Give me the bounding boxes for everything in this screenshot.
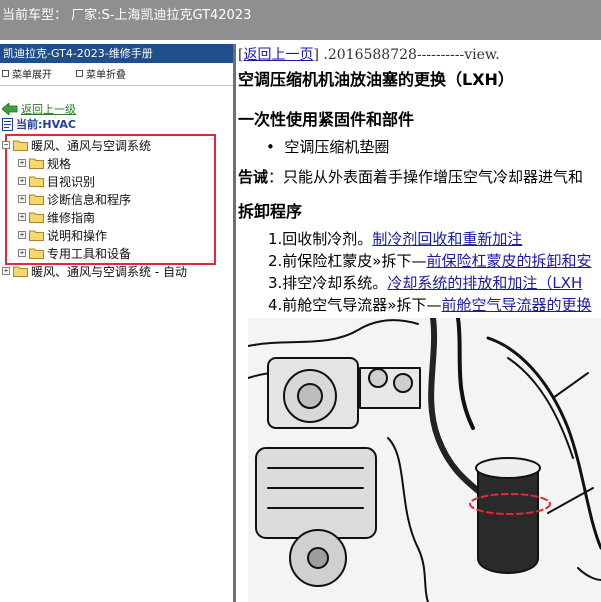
collapse-all-button[interactable]: 菜单折叠 xyxy=(76,66,126,81)
folder-icon xyxy=(13,140,28,151)
step-1-link[interactable]: 制冷剂回收和重新加注 xyxy=(372,230,522,248)
expand-toggle-icon[interactable]: + xyxy=(18,159,26,167)
tree-item-label: 暖风、通风与空调系统 - 自动 xyxy=(31,264,187,279)
folder-icon xyxy=(29,158,44,169)
expand-toggle-icon[interactable]: + xyxy=(18,231,26,239)
tree-item-diagnostics[interactable]: + 诊断信息和程序 xyxy=(18,191,131,207)
tree-item-label: 诊断信息和程序 xyxy=(47,192,132,207)
tree-item-label: 说明和操作 xyxy=(47,228,108,243)
folder-icon xyxy=(29,212,44,223)
tree-item-label: 专用工具和设备 xyxy=(47,246,132,261)
collapse-toggle-icon[interactable]: − xyxy=(2,141,10,149)
back-arrow-icon xyxy=(2,103,18,115)
tree-item-label: 暖风、通风与空调系统 xyxy=(31,138,152,153)
divider xyxy=(0,85,233,86)
back-up-link[interactable]: 返回上一级 xyxy=(2,101,76,117)
tree-item-description-operation[interactable]: + 说明和操作 xyxy=(18,227,107,243)
expand-toggle-icon[interactable]: + xyxy=(18,195,26,203)
engine-illustration xyxy=(248,318,601,602)
tree-item-label: 维修指南 xyxy=(47,210,96,225)
collapse-icon xyxy=(76,70,83,77)
tree-item-hvac[interactable]: − 暖风、通风与空调系统 xyxy=(2,137,151,153)
fastener-list-item: • 空调压缩机垫圈 xyxy=(266,138,390,156)
page-title: 空调压缩机机油放油塞的更换（LXH） xyxy=(238,70,514,89)
manual-title: 凯迪拉克-GT4-2023-维修手册 xyxy=(0,44,233,63)
step-3-link[interactable]: 冷却系统的排放和加注（LXH xyxy=(387,274,582,292)
expand-all-button[interactable]: 菜单展开 xyxy=(2,66,52,81)
step-2-link[interactable]: 前保险杠蒙皮的拆卸和安 xyxy=(427,252,592,270)
tree-item-repair-instructions[interactable]: + 维修指南 xyxy=(18,209,95,225)
step-4-link[interactable]: 前舱空气导流器的更换 xyxy=(442,296,592,314)
breadcrumb: [返回上一页] .2016588728----------view. xyxy=(238,47,500,63)
folder-icon xyxy=(29,230,44,241)
tree-item-special-tools[interactable]: + 专用工具和设备 xyxy=(18,245,131,261)
folder-icon xyxy=(29,194,44,205)
expand-toggle-icon[interactable]: + xyxy=(18,249,26,257)
document-id: .2016588728----------view. xyxy=(323,47,500,63)
expand-toggle-icon[interactable]: + xyxy=(18,177,26,185)
title-bar: 当前车型： 厂家:S-上海凯迪拉克GT42023 xyxy=(0,0,601,40)
expand-icon xyxy=(2,70,9,77)
fasteners-heading: 一次性使用紧固件和部件 xyxy=(238,110,415,129)
back-page-link[interactable]: 返回上一页 xyxy=(243,47,313,63)
folder-icon xyxy=(13,266,28,277)
folder-icon xyxy=(29,248,44,259)
step-2: 2.前保险杠蒙皮»拆下—前保险杠蒙皮的拆卸和安 xyxy=(268,252,592,270)
current-label: 当前:HVAC xyxy=(16,118,76,131)
tree-item-label: 目视识别 xyxy=(47,174,96,189)
caution-text: ：只能从外表面着手操作增压空气冷却器进气和 xyxy=(268,168,584,186)
current-node: 当前:HVAC xyxy=(2,116,76,132)
caution-note: 告诫：只能从外表面着手操作增压空气冷却器进气和 xyxy=(238,166,583,187)
document-pane: [返回上一页] .2016588728----------view. 空调压缩机… xyxy=(236,44,601,602)
document-icon xyxy=(2,117,13,131)
tree-item-visual-identification[interactable]: + 目视识别 xyxy=(18,173,95,189)
procedure-heading: 拆卸程序 xyxy=(238,202,303,221)
step-3: 3.排空冷却系统。冷却系统的排放和加注（LXH xyxy=(268,274,583,292)
expand-toggle-icon[interactable]: + xyxy=(18,213,26,221)
navigation-pane: 凯迪拉克-GT4-2023-维修手册 菜单展开 菜单折叠 返回上一级 当前:HV… xyxy=(0,44,234,602)
tree-item-label: 规格 xyxy=(47,156,72,171)
tree-controls: 菜单展开 菜单折叠 xyxy=(0,66,233,82)
tree-item-specifications[interactable]: + 规格 xyxy=(18,155,71,171)
folder-icon xyxy=(29,176,44,187)
caution-label: 告诫 xyxy=(238,168,269,186)
tree-item-hvac-automatic[interactable]: + 暖风、通风与空调系统 - 自动 xyxy=(2,263,187,279)
step-1: 1.回收制冷剂。制冷剂回收和重新加注 xyxy=(268,230,523,248)
step-4: 4.前舱空气导流器»拆下—前舱空气导流器的更换 xyxy=(268,296,592,314)
back-up-label[interactable]: 返回上一级 xyxy=(21,101,76,117)
expand-toggle-icon[interactable]: + xyxy=(2,267,10,275)
current-vehicle-title: 当前车型： 厂家:S-上海凯迪拉克GT42023 xyxy=(2,8,252,23)
